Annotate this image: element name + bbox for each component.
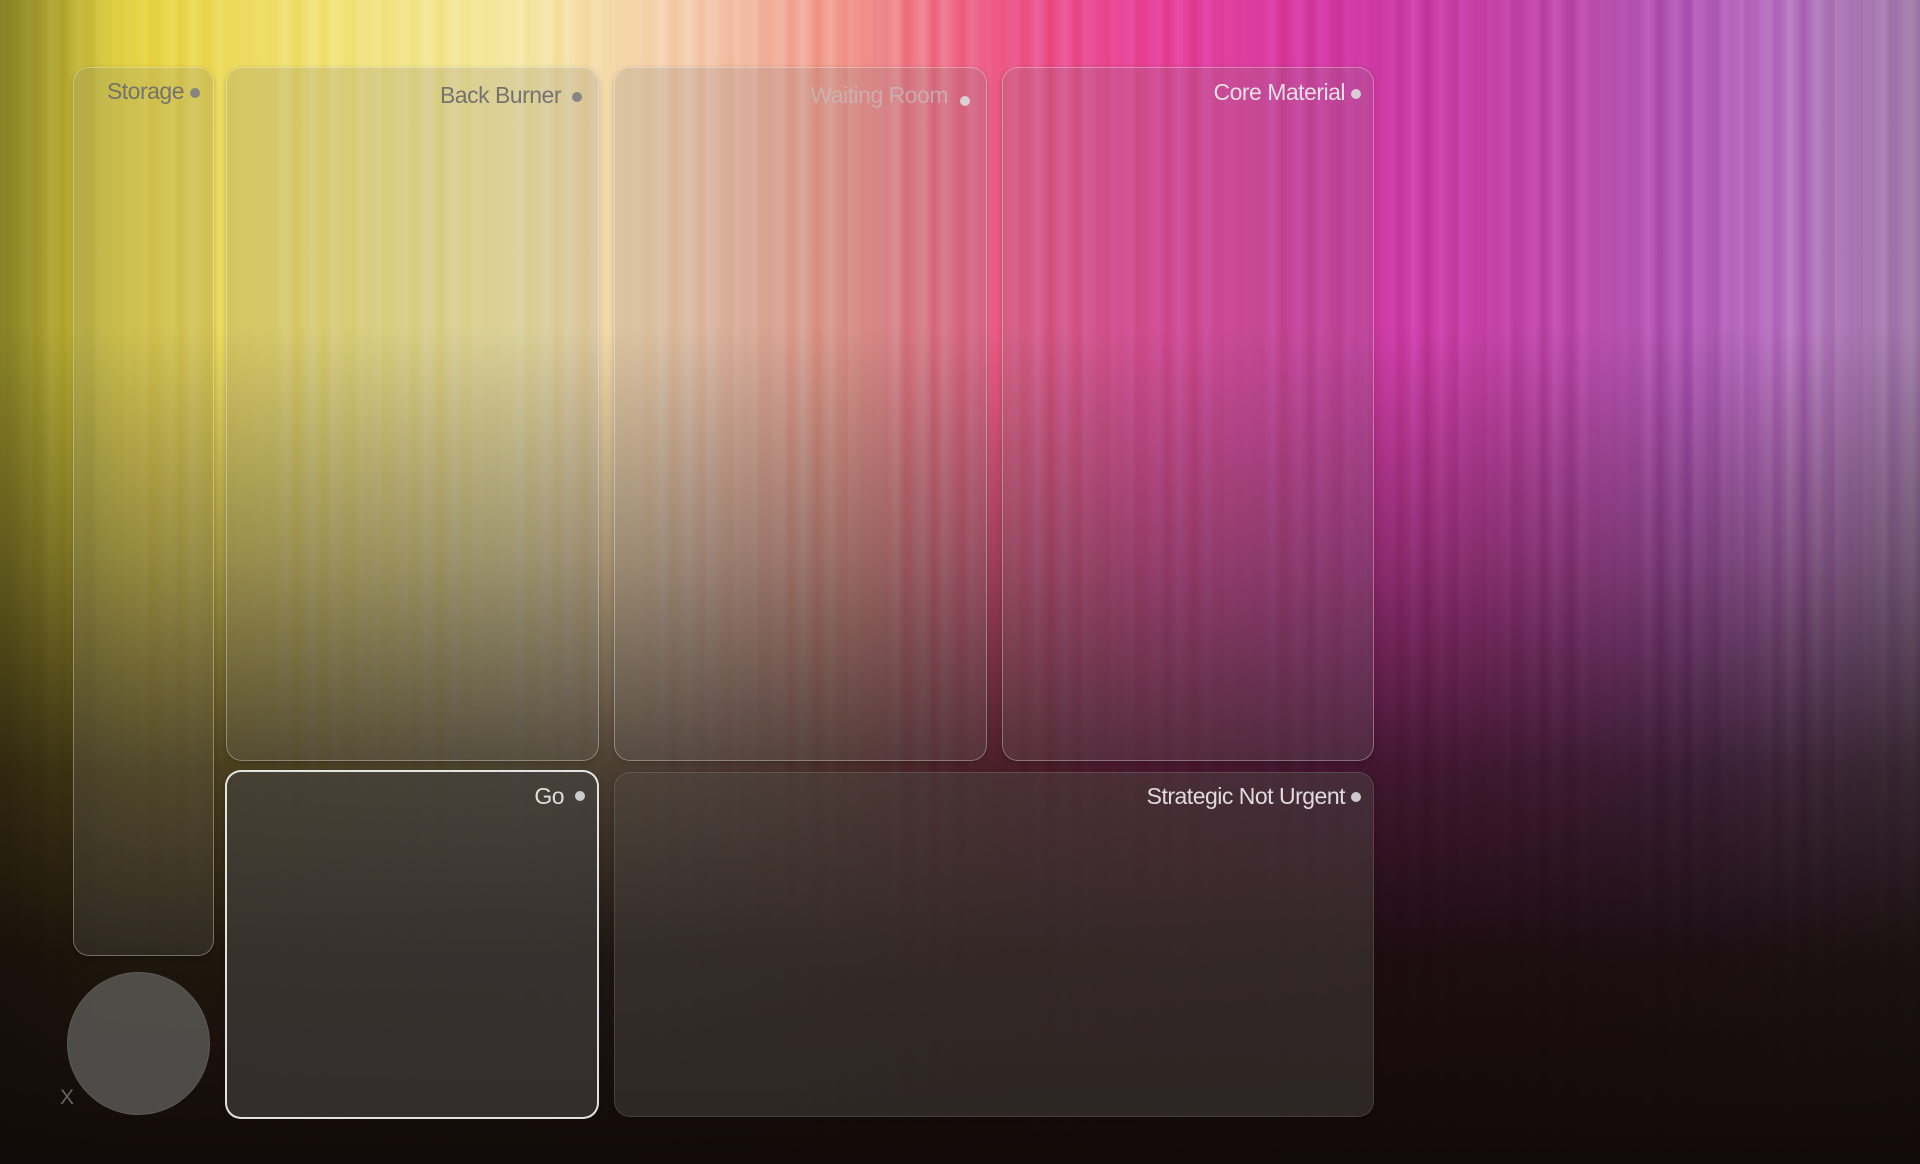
zone-menu-dot-icon[interactable] [1351, 89, 1361, 99]
desktop-background: Storage Back Burner Waiting Room Core Ma… [0, 0, 1920, 1164]
zone-menu-dot-icon[interactable] [575, 791, 585, 801]
zone-menu-dot-icon[interactable] [190, 88, 200, 98]
zone-title: Core Material [1213, 79, 1345, 105]
zone-strategic-not-urgent[interactable]: Strategic Not Urgent [614, 772, 1374, 1117]
trash-circle[interactable] [67, 972, 210, 1115]
zone-storage[interactable]: Storage [73, 67, 214, 956]
zone-waiting-room[interactable]: Waiting Room [614, 67, 987, 761]
zone-title: Storage [106, 78, 185, 104]
zone-title: Strategic Not Urgent [1146, 783, 1346, 809]
zone-title: Back Burner [439, 82, 562, 108]
zone-menu-dot-icon[interactable] [572, 92, 582, 102]
zone-menu-dot-icon[interactable] [1351, 792, 1361, 802]
zone-go[interactable]: Go [225, 770, 599, 1119]
zone-title: Go [534, 783, 564, 809]
zone-back-burner[interactable]: Back Burner [226, 67, 599, 761]
zone-core-material[interactable]: Core Material [1002, 67, 1374, 761]
close-icon[interactable]: X [60, 1087, 74, 1108]
zone-menu-dot-icon[interactable] [960, 96, 970, 106]
zone-title: Waiting Room [810, 82, 948, 108]
